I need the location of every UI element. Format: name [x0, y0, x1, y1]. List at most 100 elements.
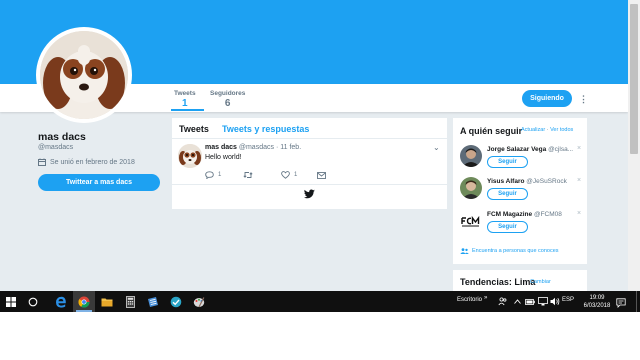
stat-tweets[interactable]: Tweets 1	[174, 90, 196, 109]
profile-avatar[interactable]	[36, 27, 132, 123]
blank-area	[0, 312, 640, 360]
person-photo	[460, 145, 482, 167]
suggestion-handle: @JeSuSRock	[526, 178, 567, 185]
edge-icon[interactable]	[50, 291, 72, 312]
tab-tweets-replies[interactable]: Tweets y respuestas	[222, 124, 309, 134]
profile-name[interactable]: mas dacs	[38, 131, 86, 143]
calendar-icon	[38, 158, 46, 166]
close-icon[interactable]: ×	[577, 177, 581, 184]
stat-followers-count: 6	[224, 98, 231, 109]
tweet[interactable]: mas dacs @masdacs · 11 feb. ⌄ Hello worl…	[172, 140, 447, 185]
chevron-up-icon[interactable]	[512, 296, 522, 307]
envelope-icon	[317, 171, 326, 179]
network-icon[interactable]	[538, 296, 548, 307]
calculator-icon[interactable]	[119, 291, 141, 312]
desktop-toolbar-chevron[interactable]: »	[484, 295, 487, 301]
suggestion-label: Jorge Salazar Vega @cjlsa...	[487, 146, 577, 153]
suggestion-name[interactable]: Yisus Alfaro	[487, 178, 524, 185]
stat-tweets-count: 1	[182, 98, 188, 109]
who-to-follow-links: Actualizar · Ver todos	[521, 127, 573, 133]
message-action[interactable]	[317, 170, 326, 180]
close-icon[interactable]: ×	[577, 210, 581, 217]
desktop-toolbar-label[interactable]: Escritorio	[457, 297, 482, 303]
suggestion-name[interactable]: FCM Magazine	[487, 211, 532, 218]
timeline-card: Tweets Tweets y respuestas mas dacs @mas…	[172, 118, 447, 209]
joined-text: Se unió en febrero de 2018	[50, 158, 135, 166]
screen: Tweets 1 Seguidores 6 Siguiendo ⋮ mas da…	[0, 0, 640, 360]
refresh-link[interactable]: Actualizar	[521, 127, 545, 133]
retweet-icon	[243, 172, 253, 178]
action-center-icon[interactable]	[616, 295, 626, 313]
tweet-avatar[interactable]	[178, 144, 202, 168]
timeline-tabs: Tweets Tweets y respuestas	[172, 118, 447, 139]
tweet-text: Hello world!	[205, 154, 242, 161]
suggestion-item: Jorge Salazar Vega @cjlsa... Seguir ×	[453, 145, 587, 177]
view-all-link[interactable]: Ver todos	[550, 127, 573, 133]
tweet-date[interactable]: 11 feb.	[280, 144, 301, 151]
suggestion-handle: @cjlsa...	[548, 146, 574, 153]
paint-icon[interactable]	[188, 291, 210, 312]
trends-change-link[interactable]: Cambiar	[530, 279, 551, 285]
file-explorer-icon[interactable]	[96, 291, 118, 312]
profile-handle: @masdacs	[38, 144, 74, 151]
battery-icon[interactable]	[525, 296, 535, 307]
stat-followers-label: Seguidores	[210, 90, 246, 97]
chrome-icon[interactable]	[73, 291, 95, 312]
tweet-author-handle: @masdacs	[238, 144, 274, 151]
show-desktop-button[interactable]	[636, 291, 640, 312]
suggestion-handle: @FCM08	[533, 211, 562, 218]
tab-tweets[interactable]: Tweets	[179, 124, 209, 134]
people-tray-icon[interactable]	[497, 296, 507, 307]
suggestion-item: FCM Magazine @FCM08 Seguir ×	[453, 210, 587, 242]
windows-start-icon[interactable]	[0, 291, 22, 312]
vpn-icon[interactable]	[165, 291, 187, 312]
stat-tweets-label: Tweets	[174, 90, 196, 97]
follow-button[interactable]: Seguir	[487, 156, 528, 168]
find-people-link[interactable]: Encuentra a personas que conoces	[460, 248, 559, 254]
link-separator: ·	[546, 127, 549, 133]
more-options-icon[interactable]: ⋮	[579, 92, 588, 106]
person-photo	[460, 177, 482, 199]
clock-date: 6/03/2018	[583, 303, 611, 309]
suggestion-label: Yisus Alfaro @JeSuSRock	[487, 178, 577, 185]
scrollbar[interactable]	[628, 0, 640, 291]
dog-photo-small	[178, 144, 202, 168]
reply-count: 1	[218, 172, 222, 178]
volume-icon[interactable]	[550, 296, 560, 307]
suggestion-name[interactable]: Jorge Salazar Vega	[487, 146, 546, 153]
reply-action[interactable]: 1	[205, 170, 221, 180]
stat-followers[interactable]: Seguidores 6	[210, 90, 245, 109]
clock-time: 19:09	[589, 295, 605, 301]
trends-card: Tendencias: Lima Cambiar	[453, 270, 587, 291]
fcm-logo[interactable]	[460, 210, 482, 232]
clock[interactable]: 19:09 6/03/2018	[582, 294, 612, 310]
close-icon[interactable]: ×	[577, 145, 581, 152]
tweet-author-name[interactable]: mas dacs	[205, 144, 237, 151]
app-icon[interactable]	[142, 291, 164, 312]
trends-title: Tendencias: Lima	[460, 277, 536, 287]
suggestion-item: Yisus Alfaro @JeSuSRock Seguir ×	[453, 177, 587, 209]
heart-icon	[281, 171, 290, 179]
suggestion-label: FCM Magazine @FCM08	[487, 211, 577, 218]
tweet-header: mas dacs @masdacs · 11 feb.	[205, 144, 301, 151]
taskbar: Escritorio » ESP 19:09 6/03/2018	[0, 291, 640, 312]
people-icon	[460, 248, 469, 254]
language-indicator[interactable]: ESP	[562, 297, 574, 303]
cortana-icon[interactable]	[22, 291, 44, 312]
chevron-down-icon[interactable]: ⌄	[433, 143, 440, 152]
like-count: 1	[294, 172, 298, 178]
follow-button[interactable]: Seguir	[487, 221, 528, 233]
tweet-to-button[interactable]: Twittear a mas dacs	[38, 174, 160, 191]
avatar[interactable]	[460, 177, 482, 199]
retweet-action[interactable]	[243, 170, 257, 180]
scrollbar-thumb[interactable]	[630, 4, 638, 154]
avatar[interactable]	[460, 145, 482, 167]
browser-viewport: Tweets 1 Seguidores 6 Siguiendo ⋮ mas da…	[0, 0, 628, 291]
twitter-bird-icon	[304, 189, 315, 199]
find-people-label: Encuentra a personas que conoces	[472, 248, 559, 254]
reply-icon	[205, 171, 214, 179]
like-action[interactable]: 1	[281, 170, 297, 180]
tweet-separator: ·	[275, 144, 279, 151]
follow-button[interactable]: Seguir	[487, 188, 528, 200]
following-button[interactable]: Siguiendo	[522, 90, 572, 107]
